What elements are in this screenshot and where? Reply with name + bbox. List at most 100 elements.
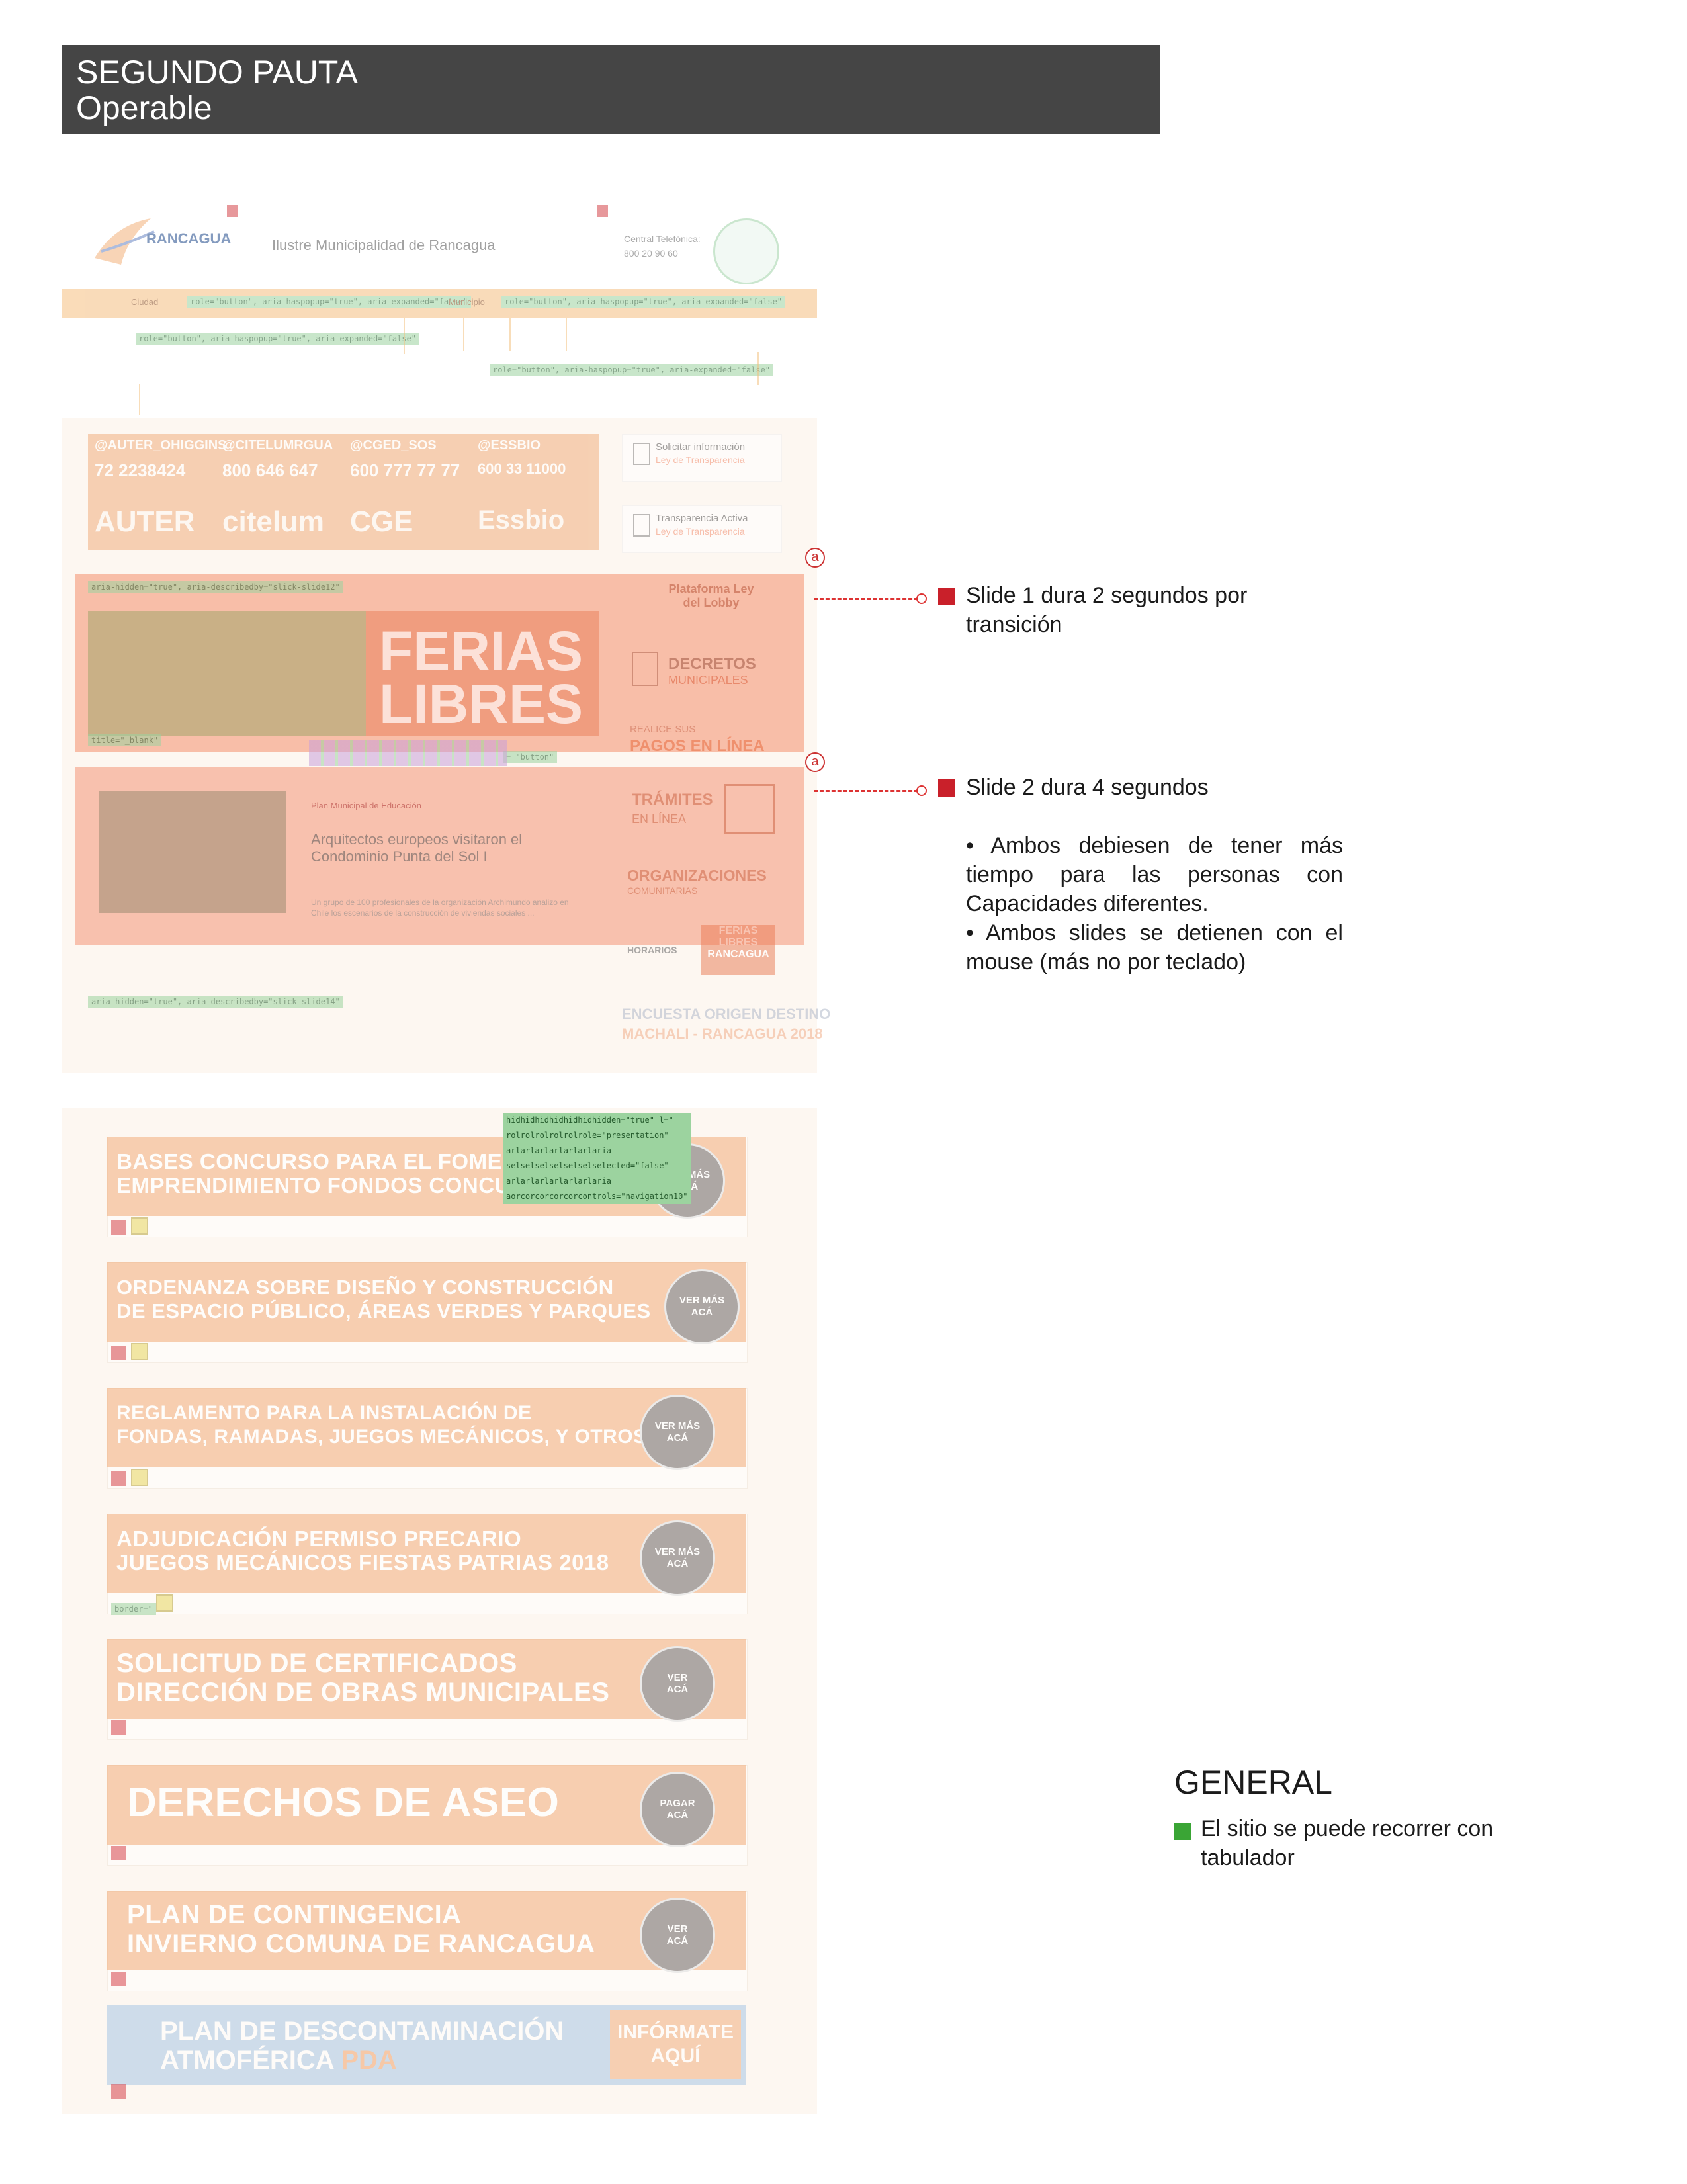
pda-banner[interactable]: PLAN DE DESCONTAMINACIÓN ATMOFÉRICA PDA … bbox=[107, 2005, 746, 2085]
news-photo bbox=[99, 791, 286, 913]
pda-btn-line: INFÓRMATE bbox=[617, 2021, 734, 2043]
news-body: Un grupo de 100 profesionales de la orga… bbox=[311, 898, 569, 918]
connector-line bbox=[404, 318, 405, 354]
slide-banner-text: FERIAS LIBRES bbox=[379, 620, 584, 735]
card-btn-line: VER MÁS bbox=[679, 1295, 725, 1306]
card-text: DERECHOS DE ASEO bbox=[127, 1780, 559, 1826]
aria-tag: aria-hidden="true", aria-describedby="sl… bbox=[88, 996, 343, 1008]
connector-line bbox=[509, 318, 511, 351]
card-btn-line: ACÁ bbox=[666, 1935, 689, 1946]
aria-tag: rolrolrolrolrolrole="presentation" bbox=[503, 1128, 691, 1143]
sidebar-item-encuesta[interactable]: ENCUESTA ORIGEN DESTINO bbox=[622, 1006, 830, 1023]
card-line: ORDENANZA SOBRE DISEÑO Y CONSTRUCCIÓN bbox=[116, 1276, 614, 1299]
connector-line bbox=[139, 384, 140, 415]
callout-line bbox=[814, 598, 918, 600]
pda-btn-line: AQUÍ bbox=[650, 2045, 701, 2067]
aria-tag: arlarlarlarlarlarlaria bbox=[503, 1174, 691, 1189]
section-title: SEGUNDO PAUTA bbox=[76, 54, 358, 91]
banner-card[interactable]: DERECHOS DE ASEO PAGAR ACÁ bbox=[107, 1765, 746, 1847]
card-text: ORDENANZA SOBRE DISEÑO Y CONSTRUCCIÓN DE… bbox=[116, 1276, 651, 1323]
a11y-icons bbox=[111, 1217, 148, 1235]
aria-tag: title="_blank" bbox=[88, 734, 162, 746]
section-title-bar: SEGUNDO PAUTA Operable bbox=[62, 45, 1160, 134]
card-button[interactable]: VER MÁSACÁ bbox=[640, 1520, 715, 1596]
connector-line bbox=[463, 318, 464, 351]
a11y-icons bbox=[111, 2084, 131, 2101]
card-button[interactable]: VER ACÁ bbox=[640, 1898, 715, 1973]
slide2-note: Slide 2 dura 4 segundos bbox=[966, 775, 1209, 800]
card-btn-line: VER MÁS bbox=[654, 1546, 701, 1557]
nav-item-municipio[interactable]: Municipio bbox=[449, 297, 485, 307]
card-btn-line: VER bbox=[667, 1672, 688, 1683]
sidebar-item-label: Transparencia Activa bbox=[656, 513, 748, 524]
general-note: El sitio se puede recorrer con tabulador bbox=[1201, 1816, 1494, 1870]
card-button[interactable]: VER MÁSACÁ bbox=[664, 1269, 740, 1344]
card-button[interactable]: PAGAR ACÁ bbox=[640, 1772, 715, 1847]
a11y-icons bbox=[111, 1469, 148, 1486]
card-btn-line: ACÁ bbox=[666, 1558, 689, 1569]
banner-card[interactable]: ORDENANZA SOBRE DISEÑO Y CONSTRUCCIÓN DE… bbox=[107, 1262, 746, 1344]
callout-dot bbox=[916, 593, 927, 604]
social-banner[interactable]: @AUTER_OHIGGINS 72 2238424 AUTER @CITELU… bbox=[88, 434, 599, 550]
ferias-libres-slide[interactable]: FERIAS LIBRES bbox=[88, 611, 599, 736]
aria-tag: role="button", aria-haspopup="true", ari… bbox=[187, 296, 472, 308]
phone-number: 72 2238424 bbox=[95, 460, 186, 480]
aria-tag-stack: hidhidhidhidhidhidhidden="true" l=" rolr… bbox=[503, 1113, 691, 1204]
social-col: @CGED_SOS 600 777 77 77 CGE bbox=[343, 434, 471, 550]
banner-card[interactable]: SOLICITUD DE CERTIFICADOS DIRECCIÓN DE O… bbox=[107, 1639, 746, 1722]
aria-tag: role="button", aria-haspopup="true", ari… bbox=[501, 296, 786, 308]
market-photo bbox=[88, 611, 366, 736]
site-name: Ilustre Municipalidad de Rancagua bbox=[272, 237, 496, 253]
red-square-icon bbox=[938, 779, 955, 797]
card-line: REGLAMENTO PARA LA INSTALACIÓN DE bbox=[116, 1402, 532, 1424]
sidebar-item-sub: Ley de Transparencia bbox=[656, 455, 745, 465]
a11y-icons: border=" bbox=[111, 1594, 173, 1615]
accessibility-icon bbox=[227, 205, 238, 220]
callout-line bbox=[814, 790, 918, 792]
phone-block: Central Telefónica: 800 20 90 60 bbox=[597, 232, 701, 261]
aria-tag: aorcorcorcorcorcontrols="navigation10" bbox=[503, 1189, 691, 1204]
connector-line bbox=[757, 352, 759, 385]
a11y-icons bbox=[111, 1972, 131, 1989]
slider-dots[interactable] bbox=[309, 740, 507, 766]
sidebar-item-solicitar-info[interactable]: Solicitar información Ley de Transparenc… bbox=[622, 434, 782, 482]
section-subtitle: Operable bbox=[76, 89, 212, 126]
slide1-note: Slide 1 dura 2 segundos por transición bbox=[966, 583, 1248, 637]
callout-dot bbox=[916, 785, 927, 796]
twitter-handle: @AUTER_OHIGGINS bbox=[95, 438, 227, 453]
news-title[interactable]: Arquitectos europeos visitaron el Condom… bbox=[311, 831, 576, 865]
twitter-handle: @CGED_SOS bbox=[350, 438, 437, 453]
card-btn-line: VER MÁS bbox=[654, 1420, 701, 1432]
bullet-note: • Ambos slides se detienen con el mouse … bbox=[966, 920, 1343, 975]
pda-line: ATMOFÉRICA PDA bbox=[160, 2046, 564, 2075]
card-line: DIRECCIÓN DE OBRAS MUNICIPALES bbox=[116, 1678, 610, 1707]
sidebar-item-horarios[interactable]: HORARIOS bbox=[627, 945, 677, 955]
phone-label: Central Telefónica: bbox=[624, 234, 701, 244]
brand-logo: CGE bbox=[350, 505, 413, 538]
banner-card[interactable]: ADJUDICACIÓN PERMISO PRECARIO JUEGOS MEC… bbox=[107, 1514, 746, 1596]
nav-item-ciudad[interactable]: Ciudad bbox=[131, 297, 158, 307]
phone-number: 800 646 647 bbox=[222, 460, 318, 480]
card-button[interactable]: VER ACÁ bbox=[640, 1646, 715, 1722]
card-btn-line: ACÁ bbox=[666, 1432, 689, 1444]
pda-accent: PDA bbox=[341, 2046, 397, 2075]
sidebar-item-transparencia[interactable]: Transparencia Activa Ley de Transparenci… bbox=[622, 505, 782, 553]
brand-logo: Essbio bbox=[478, 505, 565, 535]
card-line: PLAN DE CONTINGENCIA bbox=[127, 1900, 462, 1929]
aria-tag: = "button" bbox=[503, 751, 558, 763]
card-btn-line: ACÁ bbox=[666, 1810, 689, 1821]
social-col: @ESSBIO 600 33 11000 Essbio bbox=[471, 434, 599, 550]
green-square-icon bbox=[1174, 1823, 1191, 1840]
card-line: DE ESPACIO PÚBLICO, ÁREAS VERDES Y PARQU… bbox=[116, 1299, 651, 1323]
site-nav-bar[interactable]: Ciudad role="button", aria-haspopup="tru… bbox=[62, 289, 817, 318]
banner-card[interactable]: PLAN DE CONTINGENCIA INVIERNO COMUNA DE … bbox=[107, 1891, 746, 1973]
news-category: Plan Municipal de Educación bbox=[311, 801, 421, 810]
red-square-icon bbox=[938, 588, 955, 605]
pda-button[interactable]: INFÓRMATE AQUÍ bbox=[610, 2010, 741, 2079]
card-btn-line: PAGAR bbox=[660, 1798, 695, 1809]
callout-marker: a bbox=[805, 548, 825, 568]
phone-number: 600 33 11000 bbox=[478, 460, 566, 477]
banner-card[interactable]: REGLAMENTO PARA LA INSTALACIÓN DE FONDAS… bbox=[107, 1388, 746, 1470]
card-button[interactable]: VER MÁSACÁ bbox=[640, 1395, 715, 1470]
pda-text: PLAN DE DESCONTAMINACIÓN ATMOFÉRICA PDA bbox=[160, 2017, 564, 2075]
